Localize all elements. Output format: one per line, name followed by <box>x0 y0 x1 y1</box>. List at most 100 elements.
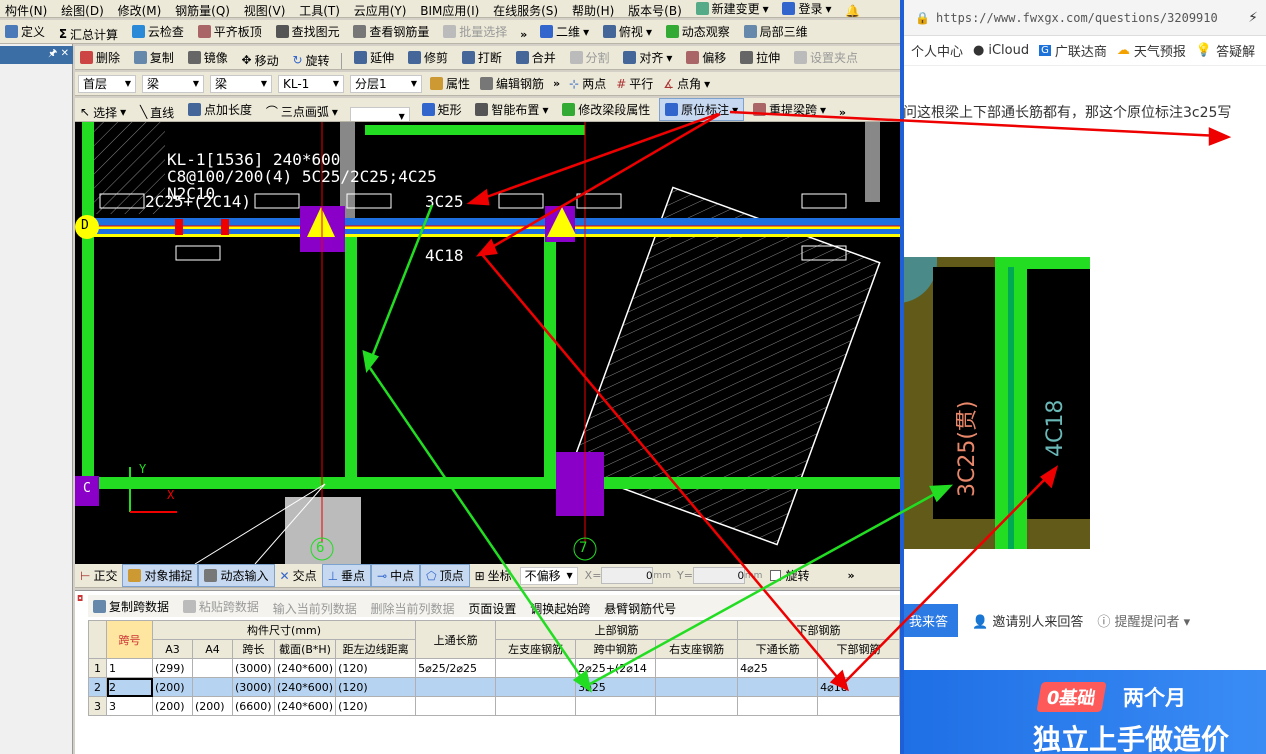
span-length-cell[interactable]: (6600) <box>232 696 275 716</box>
annotation-top-mid[interactable]: 3C25 <box>425 192 464 211</box>
ortho-toggle[interactable]: ⊢ 正交 <box>75 564 122 587</box>
span-length-cell[interactable]: (3000) <box>232 677 275 697</box>
a4-cell[interactable] <box>192 658 233 678</box>
point-length-button[interactable]: 点加长度 <box>183 98 257 121</box>
table-row[interactable]: 1 1 (299) (3000) (240*600) (120) 5⌀25/2⌀… <box>88 658 900 678</box>
view-2d-dropdown[interactable]: 二维 ▾ <box>535 20 594 43</box>
bell-icon[interactable]: 🔔 <box>840 3 865 17</box>
top-through-cell[interactable] <box>415 677 497 697</box>
copy-span-data-button[interactable]: 复制跨数据 <box>88 595 174 617</box>
set-grip-button[interactable]: 设置夹点 <box>789 46 863 69</box>
dynamic-input-toggle[interactable]: 动态输入 <box>198 564 275 587</box>
layer-select[interactable]: 分层1 ▼ <box>350 74 422 93</box>
bottom-through-cell[interactable] <box>737 696 819 716</box>
a4-cell[interactable] <box>192 677 233 697</box>
local-3d-button[interactable]: 局部三维 <box>739 20 813 43</box>
mid-span-cell[interactable]: 3⌀25 <box>575 677 657 697</box>
question-photo[interactable]: 3C25(贯) 4C18 <box>903 257 1090 549</box>
overflow-chevron[interactable]: » <box>835 106 850 119</box>
overflow-chevron[interactable]: » <box>549 77 564 90</box>
bottom-bar-cell[interactable] <box>817 658 900 678</box>
bottom-through-cell[interactable] <box>737 677 819 697</box>
cad-canvas[interactable]: KL-1[1536] 240*600 C8@100/200(4) 5C25/2C… <box>75 122 900 564</box>
offset-select[interactable]: 不偏移 ▼ <box>519 566 578 585</box>
bottom-through-cell[interactable]: 4⌀25 <box>737 658 819 678</box>
swap-start-span-button[interactable]: 调换起始跨 <box>525 597 595 617</box>
in-situ-annotation-dropdown[interactable]: 原位标注 ▾ <box>659 98 745 121</box>
rectangle-button[interactable]: 矩形 <box>417 98 467 121</box>
vertex-snap[interactable]: ⬠ 顶点 <box>420 564 470 587</box>
bookmark-glodon[interactable]: G 广联达商 <box>1039 41 1107 60</box>
close-icon[interactable]: ✕ <box>61 48 69 59</box>
re-extract-span-dropdown[interactable]: 重提梁跨 ▾ <box>748 98 831 121</box>
properties-button[interactable]: 属性 <box>425 72 475 95</box>
section-cell[interactable]: (240*600) <box>273 658 337 678</box>
top-through-cell[interactable] <box>415 696 497 716</box>
split-button[interactable]: 分割 <box>565 46 615 69</box>
x-coordinate-input[interactable] <box>601 567 654 584</box>
bookmark-weather[interactable]: ☁ 天气预报 <box>1117 41 1186 60</box>
menu-member[interactable]: 构件(N) <box>0 2 52 17</box>
perpendicular-snap[interactable]: ⊥ 垂点 <box>321 564 372 587</box>
bookmark-qa[interactable]: 💡 答疑解 <box>1196 41 1255 60</box>
top-view-dropdown[interactable]: 俯视 ▾ <box>598 20 657 43</box>
right-support-cell[interactable] <box>655 696 739 716</box>
invite-button[interactable]: 👤 邀请别人来回答 <box>972 611 1083 630</box>
menu-version[interactable]: 版本号(B) <box>623 2 687 17</box>
define-button[interactable]: 定义 <box>0 20 50 43</box>
floor-select[interactable]: 首层 ▼ <box>78 74 136 93</box>
left-support-cell[interactable] <box>495 677 577 697</box>
cantilever-code-button[interactable]: 悬臂钢筋代号 <box>599 597 681 617</box>
span-cell[interactable]: 1 <box>106 658 153 678</box>
mid-span-cell[interactable] <box>575 696 657 716</box>
remind-button[interactable]: ⓘ 提醒提问者 ▾ <box>1097 611 1190 630</box>
line-button[interactable]: ╲ 直线 <box>135 101 179 122</box>
stretch-button[interactable]: 拉伸 <box>735 46 785 69</box>
right-support-cell[interactable] <box>655 658 739 678</box>
paste-span-data-button[interactable]: 粘贴跨数据 <box>178 595 264 617</box>
bookmark-icloud[interactable]: ● iCloud <box>973 43 1029 58</box>
span-cell[interactable]: 2 <box>106 677 153 697</box>
distance-cell[interactable]: (120) <box>335 696 417 716</box>
lightning-icon[interactable]: ⚡ <box>1248 10 1258 26</box>
find-element-button[interactable]: 查找图元 <box>271 20 345 43</box>
menu-bim[interactable]: BIM应用(I) <box>415 2 484 17</box>
menu-modify[interactable]: 修改(M) <box>113 2 167 17</box>
align-dropdown[interactable]: 对齐 ▾ <box>618 46 677 69</box>
menu-cloud[interactable]: 云应用(Y) <box>349 2 412 17</box>
batch-select-button[interactable]: 批量选择 <box>438 20 512 43</box>
extend-button[interactable]: 延伸 <box>349 46 399 69</box>
delete-button[interactable]: 删除 <box>75 46 125 69</box>
blank-select[interactable]: ▼ <box>349 107 410 121</box>
object-snap-toggle[interactable]: 对象捕捉 <box>122 564 199 587</box>
offset-button[interactable]: 偏移 <box>681 46 731 69</box>
edit-rebar-button[interactable]: 编辑钢筋 <box>475 72 549 95</box>
calculate-button[interactable]: Σ 汇总计算 <box>54 23 123 44</box>
break-button[interactable]: 打断 <box>457 46 507 69</box>
modify-span-attr-button[interactable]: 修改梁段属性 <box>557 98 655 121</box>
merge-button[interactable]: 合并 <box>511 46 561 69</box>
point-angle-dropdown[interactable]: ∡ 点角 ▾ <box>658 72 715 95</box>
three-point-arc-dropdown[interactable]: ⌒ 三点画弧 ▾ <box>261 100 343 121</box>
menu-login[interactable]: 登录 ▾ <box>777 0 836 17</box>
move-button[interactable]: ✥ 移动 <box>237 49 284 70</box>
left-support-cell[interactable] <box>495 658 577 678</box>
bookmark-personal[interactable]: 个人中心 <box>911 41 963 60</box>
y-coordinate-input[interactable] <box>692 567 745 584</box>
menu-help[interactable]: 帮助(H) <box>567 2 619 17</box>
menu-rebar[interactable]: 钢筋量(Q) <box>170 2 235 17</box>
rotate-checkbox[interactable] <box>770 570 782 581</box>
menu-view[interactable]: 视图(V) <box>239 2 291 17</box>
mid-span-cell[interactable]: 2⌀25+(2⌀14 <box>575 658 657 678</box>
ad-banner[interactable]: 0基础 两个月 独立上手做造价 <box>903 670 1266 754</box>
coordinate-snap[interactable]: ⊞ 坐标 <box>470 564 517 587</box>
a3-cell[interactable]: (299) <box>152 658 193 678</box>
trim-button[interactable]: 修剪 <box>403 46 453 69</box>
midpoint-snap[interactable]: ⊸ 中点 <box>371 564 421 587</box>
section-cell[interactable]: (240*600) <box>273 696 337 716</box>
a3-cell[interactable]: (200) <box>152 677 193 697</box>
distance-cell[interactable]: (120) <box>335 658 417 678</box>
menu-online[interactable]: 在线服务(S) <box>488 2 563 17</box>
smart-layout-dropdown[interactable]: 智能布置 ▾ <box>470 98 553 121</box>
a3-cell[interactable]: (200) <box>152 696 193 716</box>
